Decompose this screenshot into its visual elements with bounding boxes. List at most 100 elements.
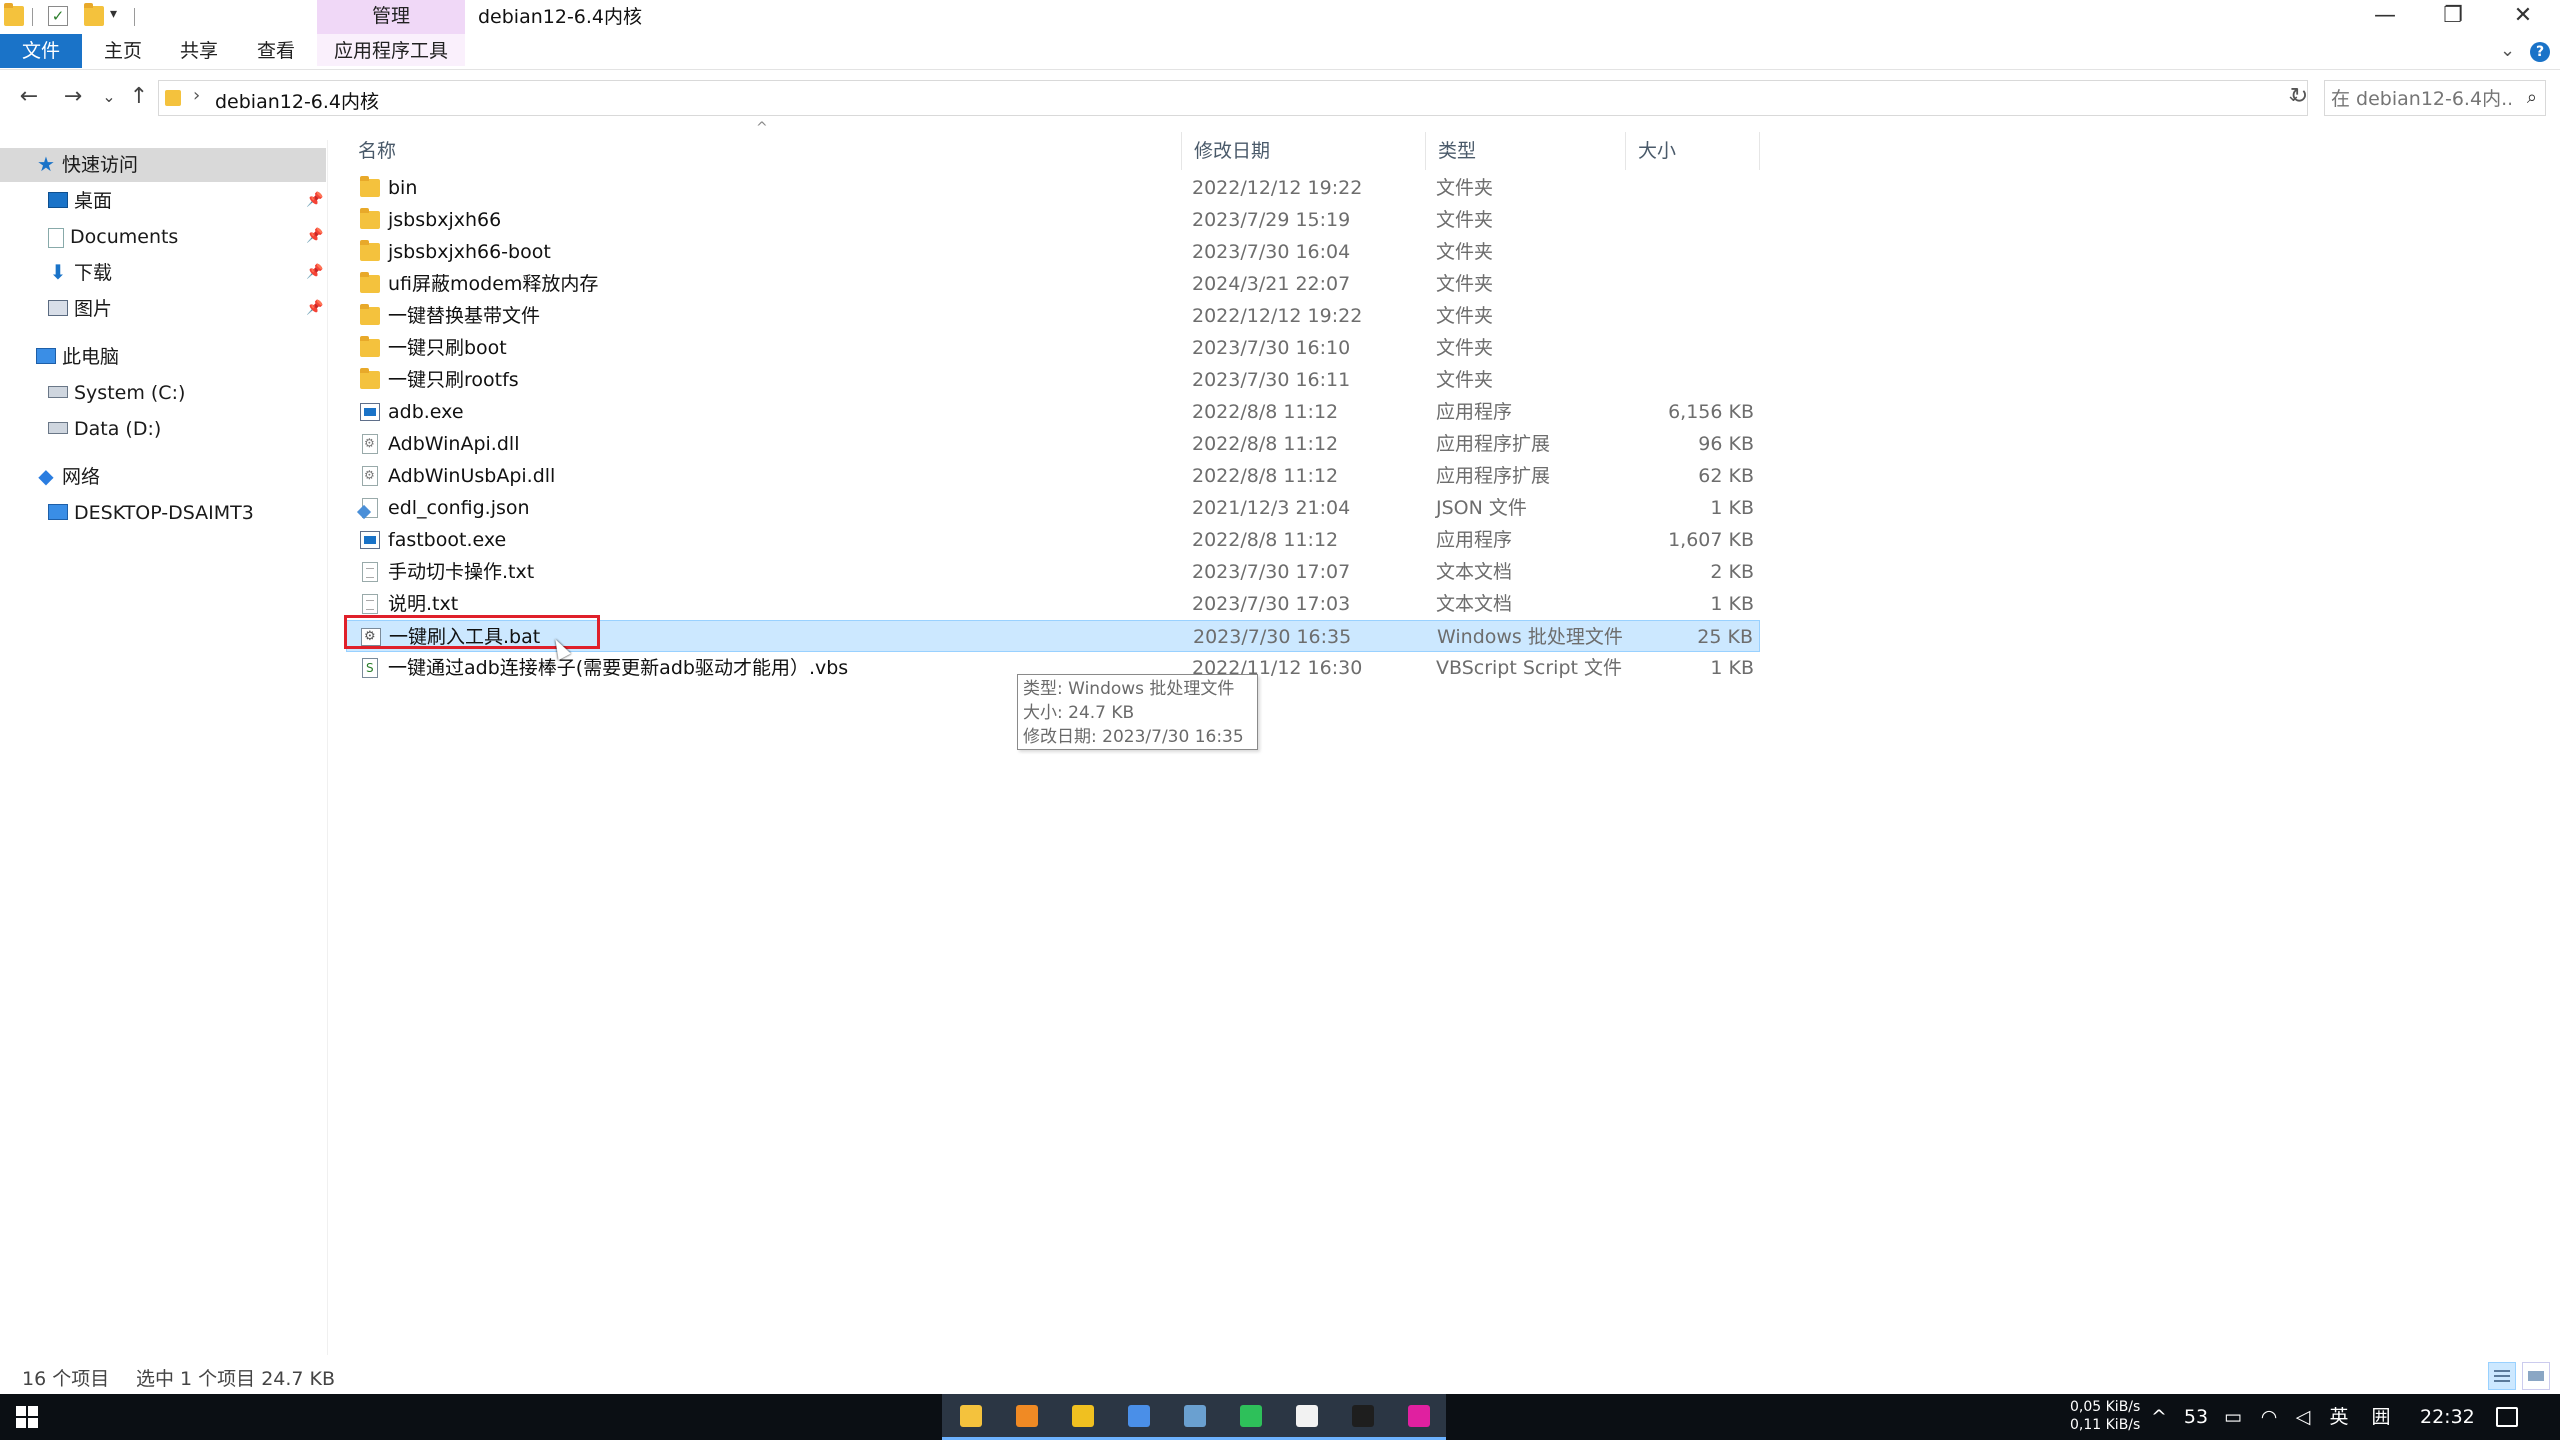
ribbon-tabs: 文件 主页 共享 查看 应用程序工具 ⌄ ? xyxy=(0,34,2560,70)
network-upload-speed: 0,05 KiB/s xyxy=(2070,1399,2141,1415)
taskbar-app-file-explorer[interactable] xyxy=(942,1394,998,1440)
dll-icon xyxy=(362,434,378,454)
file-row[interactable]: 说明.txt 2023/7/30 17:03 文本文档 1 KB xyxy=(346,588,1760,620)
back-button[interactable]: ← xyxy=(12,82,46,114)
taskbar-app-sublime-text[interactable] xyxy=(998,1394,1054,1440)
pin-icon[interactable]: 📌 xyxy=(306,192,323,208)
customize-toolbar-icon[interactable]: ▾ xyxy=(110,6,117,22)
tab-share[interactable]: 共享 xyxy=(180,34,218,68)
network-icon: ◆ xyxy=(38,463,54,488)
taskbar-app-chrome[interactable] xyxy=(1110,1394,1166,1440)
git-client-icon xyxy=(1072,1405,1094,1427)
new-folder-icon[interactable] xyxy=(84,3,104,26)
input-language[interactable]: 英 xyxy=(2322,1394,2356,1440)
taskbar-app-ufi-app[interactable] xyxy=(1390,1394,1446,1440)
file-type: 文件夹 xyxy=(1436,177,1494,199)
search-box[interactable]: ⌕ xyxy=(2324,80,2546,116)
column-header-name[interactable]: 名称 xyxy=(346,132,1182,170)
file-row[interactable]: AdbWinApi.dll 2022/8/8 11:12 应用程序扩展 96 KB xyxy=(346,428,1760,460)
file-type: JSON 文件 xyxy=(1436,497,1527,519)
file-row[interactable]: AdbWinUsbApi.dll 2022/8/8 11:12 应用程序扩展 62 K… xyxy=(346,460,1760,492)
window-title: debian12-6.4内核 xyxy=(478,6,643,28)
nav-network-computer[interactable]: DESKTOP-DSAIMT3 xyxy=(48,496,254,530)
pin-icon[interactable]: 📌 xyxy=(306,228,323,244)
file-date: 2022/8/8 11:12 xyxy=(1192,433,1339,455)
minimize-button[interactable]: — xyxy=(2350,0,2420,34)
taskbar-app-notepad-app[interactable] xyxy=(1278,1394,1334,1440)
tab-application-tools[interactable]: 应用程序工具 xyxy=(317,34,465,68)
folder-icon xyxy=(4,3,24,26)
manage-context-tab[interactable]: 管理 xyxy=(317,0,465,34)
column-header-date[interactable]: 修改日期 xyxy=(1182,132,1426,170)
ime-mode-icon[interactable]: 囲 xyxy=(2364,1394,2398,1440)
file-row[interactable]: 一键只刷boot 2023/7/30 16:10 文件夹 xyxy=(346,332,1760,364)
breadcrumb-separator[interactable]: › xyxy=(193,85,200,106)
nav-label: Data (D:) xyxy=(74,418,162,440)
file-row[interactable]: edl_config.json 2021/12/3 21:04 JSON 文件 1 K… xyxy=(346,492,1760,524)
nav-quick-access[interactable]: ★ 快速访问 xyxy=(0,148,326,182)
pin-icon[interactable]: 📌 xyxy=(306,264,323,280)
nav-item-desktop[interactable]: 桌面 xyxy=(48,184,112,218)
properties-icon[interactable]: ✓ xyxy=(48,6,68,26)
file-type: Windows 批处理文件 xyxy=(1437,626,1623,648)
system-clock[interactable]: 22:32 xyxy=(2420,1394,2475,1440)
search-input[interactable] xyxy=(2331,87,2511,111)
nav-item-pictures[interactable]: 图片 xyxy=(48,292,112,326)
volume-icon[interactable]: ◁ xyxy=(2288,1394,2318,1440)
file-row[interactable]: 手动切卡操作.txt 2023/7/30 17:07 文本文档 2 KB xyxy=(346,556,1760,588)
file-row[interactable]: 一键只刷rootfs 2023/7/30 16:11 文件夹 xyxy=(346,364,1760,396)
column-header-type[interactable]: 类型 xyxy=(1426,132,1626,170)
notification-icon[interactable] xyxy=(2496,1407,2518,1427)
forward-button[interactable]: → xyxy=(56,82,90,114)
refresh-button[interactable]: ↻ xyxy=(2282,82,2316,114)
file-row[interactable]: jsbsbxjxh66-boot 2023/7/30 16:04 文件夹 xyxy=(346,236,1760,268)
taskbar-app-git-client[interactable] xyxy=(1054,1394,1110,1440)
file-row[interactable]: 一键替换基带文件 2022/12/12 19:22 文件夹 xyxy=(346,300,1760,332)
up-button[interactable]: ↑ xyxy=(122,82,156,114)
address-bar[interactable]: › debian12-6.4内核 ⌄ xyxy=(158,80,2308,116)
taskbar-app-mountain-app[interactable] xyxy=(1166,1394,1222,1440)
wifi-icon[interactable]: ◠ xyxy=(2254,1394,2284,1440)
tab-home[interactable]: 主页 xyxy=(104,34,142,68)
restore-button[interactable]: ❐ xyxy=(2418,0,2488,34)
breadcrumb[interactable]: debian12-6.4内核 xyxy=(215,87,379,114)
file-row[interactable]: ufi屏蔽modem释放内存 2024/3/21 22:07 文件夹 xyxy=(346,268,1760,300)
file-size: 1 KB xyxy=(1710,593,1754,615)
nav-drive-d[interactable]: Data (D:) xyxy=(48,412,161,446)
taskbar-app-terminal[interactable] xyxy=(1334,1394,1390,1440)
recent-locations-button[interactable]: ⌄ xyxy=(92,82,126,114)
column-header-size[interactable]: 大小 xyxy=(1626,132,1760,170)
nav-item-downloads[interactable]: ⬇ 下载 xyxy=(48,256,112,290)
file-row[interactable]: jsbsbxjxh66 2023/7/29 15:19 文件夹 xyxy=(346,204,1760,236)
pin-icon[interactable]: 📌 xyxy=(306,300,323,316)
file-row[interactable]: bin 2022/12/12 19:22 文件夹 xyxy=(346,172,1760,204)
battery-icon[interactable]: ▭ xyxy=(2218,1394,2248,1440)
details-view-button[interactable] xyxy=(2488,1362,2516,1390)
taskbar-app-wechat[interactable] xyxy=(1222,1394,1278,1440)
file-row[interactable]: fastboot.exe 2022/8/8 11:12 应用程序 1,607 KB xyxy=(346,524,1760,556)
nav-network[interactable]: ◆ 网络 xyxy=(36,460,100,494)
temperature-indicator[interactable]: 53 xyxy=(2178,1394,2214,1440)
exe-icon xyxy=(360,531,380,549)
file-name: 一键通过adb连接棒子(需要更新adb驱动才能用）.vbs xyxy=(388,657,849,679)
computer-icon xyxy=(36,347,56,364)
search-icon[interactable]: ⌕ xyxy=(2527,87,2537,108)
pictures-icon xyxy=(48,299,68,316)
wechat-icon xyxy=(1240,1405,1262,1427)
file-date: 2023/7/30 16:11 xyxy=(1192,369,1351,391)
expand-ribbon-icon[interactable]: ⌄ xyxy=(2500,40,2515,61)
file-name: 一键替换基带文件 xyxy=(388,305,541,327)
file-size: 62 KB xyxy=(1698,465,1754,487)
tray-expand-icon[interactable]: ^ xyxy=(2146,1394,2172,1440)
close-button[interactable]: ✕ xyxy=(2488,0,2558,34)
file-row[interactable]: adb.exe 2022/8/8 11:12 应用程序 6,156 KB xyxy=(346,396,1760,428)
nav-this-pc[interactable]: 此电脑 xyxy=(36,340,119,374)
file-type: 文件夹 xyxy=(1436,369,1494,391)
nav-drive-c[interactable]: System (C:) xyxy=(48,376,185,410)
start-button[interactable] xyxy=(0,1394,52,1440)
help-icon[interactable]: ? xyxy=(2530,42,2550,62)
large-icons-view-button[interactable] xyxy=(2522,1362,2550,1390)
tab-file[interactable]: 文件 xyxy=(0,34,82,68)
nav-item-documents[interactable]: Documents xyxy=(48,220,178,254)
tab-view[interactable]: 查看 xyxy=(257,34,295,68)
